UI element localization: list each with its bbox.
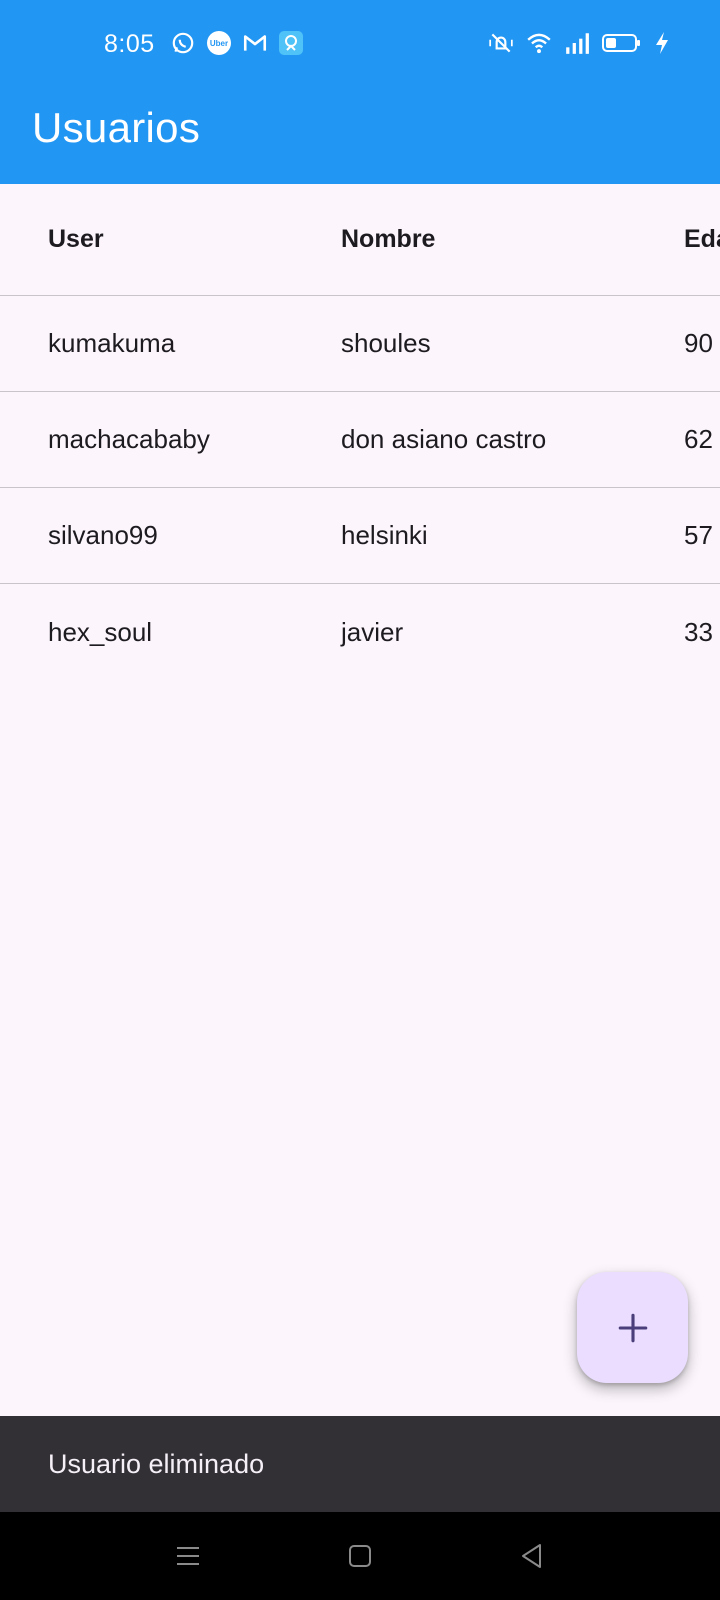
table-header-row: User Nombre Eda <box>0 184 720 296</box>
cell-user: machacababy <box>48 424 210 454</box>
app-bar: Usuarios <box>0 88 720 184</box>
cell-nombre: javier <box>341 616 404 647</box>
gmail-icon <box>242 30 268 56</box>
cell-nombre: helsinki <box>341 520 428 550</box>
column-header-nombre[interactable]: Nombre <box>341 184 435 295</box>
wifi-icon <box>526 30 552 56</box>
cell-nombre: shoules <box>341 328 431 358</box>
system-nav-bar <box>0 1512 720 1600</box>
add-user-button[interactable] <box>577 1272 688 1383</box>
screen: 8:05 Uber Usuarios User Nombre Ed kumaku… <box>0 0 720 1600</box>
cell-nombre: don asiano castro <box>341 424 547 454</box>
cell-user: hex_soul <box>48 616 153 647</box>
vibrate-icon <box>488 30 514 56</box>
users-table: User Nombre Eda kumakuma shoules 90 mach… <box>0 184 720 680</box>
cell-user: silvano99 <box>48 520 158 550</box>
status-time: 8:05 <box>104 30 155 58</box>
signal-icon <box>564 30 590 56</box>
status-bar: 8:05 Uber <box>0 0 720 88</box>
table-row[interactable]: hex_soul javier 33 <box>0 584 720 680</box>
system-icons <box>488 30 670 56</box>
cell-edad: 33 <box>684 616 713 647</box>
battery-icon <box>602 30 642 56</box>
cell-edad: 90 <box>684 328 713 358</box>
menu-icon[interactable] <box>172 1540 204 1572</box>
cell-edad: 62 <box>684 424 713 454</box>
whatsapp-icon <box>170 30 196 56</box>
cell-user: kumakuma <box>48 328 176 358</box>
page-title: Usuarios <box>32 104 201 151</box>
table-row[interactable]: silvano99 helsinki 57 <box>0 488 720 584</box>
column-header-user[interactable]: User <box>48 184 104 295</box>
column-header-edad[interactable]: Eda <box>684 184 720 295</box>
table-row[interactable]: machacababy don asiano castro 62 <box>0 392 720 488</box>
cell-edad: 57 <box>684 520 713 550</box>
notification-icons: Uber <box>170 30 304 56</box>
uber-icon: Uber <box>206 30 232 56</box>
charging-icon <box>654 30 670 56</box>
snackbar: Usuario eliminado <box>0 1416 720 1512</box>
table-row[interactable]: kumakuma shoules 90 <box>0 296 720 392</box>
home-icon[interactable] <box>344 1540 376 1572</box>
app-tile-icon <box>278 30 304 56</box>
snackbar-message: Usuario eliminado <box>48 1448 265 1479</box>
back-icon[interactable] <box>516 1540 548 1572</box>
add-icon <box>618 1313 647 1342</box>
